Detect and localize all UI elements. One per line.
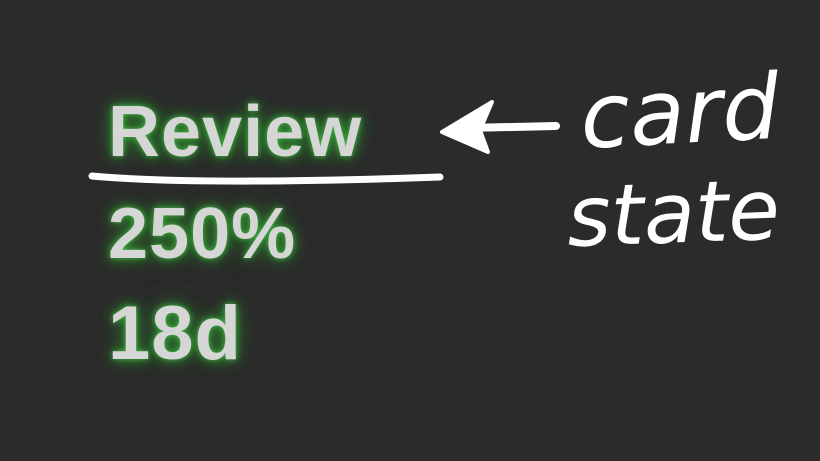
underline-stroke [88,172,444,185]
ease-value: 250% [108,194,297,274]
annotation-line-card: card [578,55,783,170]
annotation-line-state: state [565,161,781,266]
arrow-left-icon [440,100,560,154]
interval-value: 18d [108,291,242,376]
card-state-value: Review [108,92,363,172]
